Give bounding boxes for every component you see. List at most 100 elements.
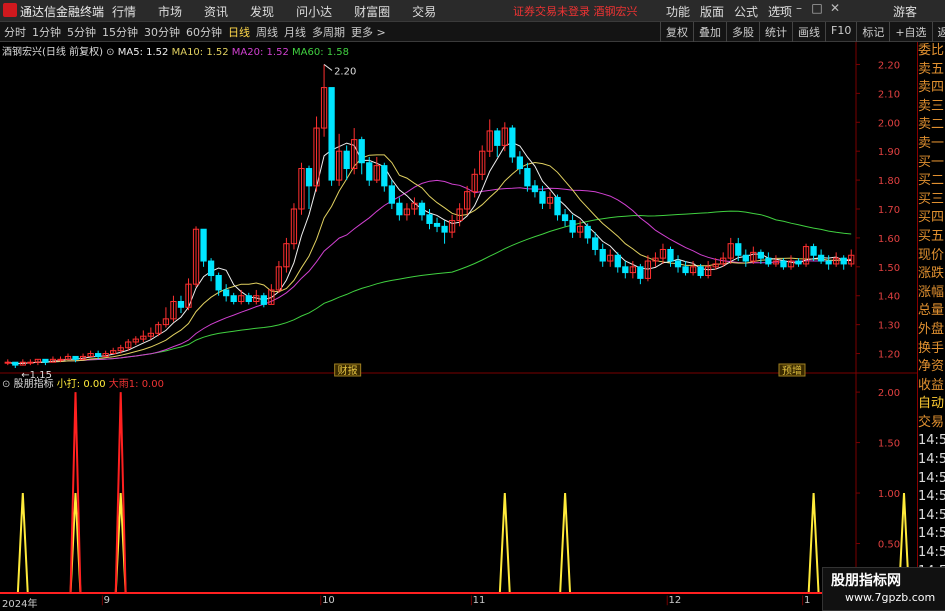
tool-overlay[interactable]: 叠加 — [693, 22, 726, 42]
close-icon[interactable]: ✕ — [826, 1, 844, 15]
candle-body — [682, 266, 689, 274]
menu-item-formula[interactable]: 公式 — [734, 3, 758, 20]
candle-body — [215, 274, 222, 291]
price-tick-label: 1.90 — [878, 147, 900, 158]
side-panel-item: 卖三 — [918, 98, 945, 114]
menu-item-ask[interactable]: 问小达 — [296, 3, 332, 20]
indicator-tick-label: 2.00 — [878, 388, 900, 399]
candle-body — [396, 202, 403, 216]
tab-multi-period[interactable]: 多周期 — [312, 24, 345, 40]
indicator-spike — [807, 492, 820, 595]
candle-body — [305, 168, 313, 187]
side-panel-item: 买三 — [918, 191, 945, 207]
menu-item-wealth[interactable]: 财富圈 — [354, 3, 390, 20]
ma20-value: MA20: 1.52 — [231, 47, 289, 58]
candle-body — [667, 248, 674, 262]
date-tick: | — [100, 595, 105, 606]
ma20-line — [7, 179, 852, 365]
menu-item-function[interactable]: 功能 — [666, 3, 690, 20]
candle-body — [42, 358, 49, 363]
candle-body — [742, 254, 749, 262]
side-panel-item: 委比 — [918, 43, 945, 58]
minimize-icon[interactable]: – — [790, 1, 808, 15]
candle-body — [4, 361, 11, 364]
ma5-value: MA5: 1.52 — [117, 47, 169, 58]
menu-dropdown-icon[interactable]: ▭ — [772, 1, 790, 15]
indicator-legend: ⊙ 股朋指标 小打: 0.00 大雨1: 0.00 — [2, 375, 164, 390]
price-tick-label: 1.40 — [878, 292, 900, 303]
login-alert[interactable]: 证券交易未登录 酒钢宏兴 — [513, 3, 638, 19]
tool-draw[interactable]: 画线 — [792, 22, 825, 42]
candle-body — [418, 202, 426, 216]
tool-add-watchlist[interactable]: +自选 — [889, 22, 931, 42]
tool-mark[interactable]: 标记 — [856, 22, 889, 42]
app-logo-icon — [3, 3, 17, 17]
tab-1min[interactable]: 1分钟 — [32, 24, 61, 40]
tab-daily[interactable]: 日线 — [228, 24, 250, 40]
side-panel-item: 14:56 — [918, 526, 945, 542]
side-panel-item: 收益 — [918, 377, 945, 393]
menu-item-quotes[interactable]: 行情 — [112, 3, 136, 20]
side-panel-item[interactable]: 自动 — [918, 395, 945, 414]
tab-monthly[interactable]: 月线 — [284, 24, 306, 40]
watermark-url: www.7gpzb.com — [845, 591, 936, 604]
tab-intraday[interactable]: 分时 — [4, 24, 26, 40]
side-panel-item: 14:56 — [918, 489, 945, 505]
indicator-tick-label: 1.50 — [878, 439, 900, 450]
side-panel-item: 总量 — [918, 303, 945, 319]
tab-5min[interactable]: 5分钟 — [67, 24, 96, 40]
menu-item-layout[interactable]: 版面 — [700, 3, 724, 20]
candle-body — [381, 165, 388, 187]
date-tick: | — [665, 595, 669, 606]
price-tick-label: 1.70 — [878, 205, 900, 216]
candle-body — [509, 127, 516, 158]
ma10-value: MA10: 1.52 — [171, 47, 229, 58]
high-pointer — [323, 64, 333, 71]
candle-body — [795, 260, 802, 265]
guest-label[interactable]: 游客 — [893, 3, 917, 20]
chart-area[interactable]: 1.20 1.30 1.40 1.50 1.60 1.70 1.80 1.90 2.00 2.10… — [0, 42, 917, 595]
indicator-dropdown-icon[interactable]: ⊙ — [2, 379, 10, 390]
tool-back[interactable]: 返回 — [931, 22, 945, 42]
maximize-icon[interactable]: □ — [808, 1, 826, 15]
candle-body — [95, 353, 102, 357]
candle-body — [561, 214, 569, 222]
side-panel-item[interactable]: 交易 — [918, 414, 945, 433]
indicator-tick-label: 0.50 — [878, 540, 900, 551]
menu-item-market[interactable]: 市场 — [158, 3, 182, 20]
side-panel-item: 涨跌 — [918, 266, 945, 282]
tab-30min[interactable]: 30分钟 — [144, 24, 180, 40]
menu-item-news[interactable]: 资讯 — [204, 3, 228, 20]
ma5-line — [7, 141, 852, 365]
title-bar: 通达信金融终端 行情 市场 资讯 发现 问小达 财富圈 交易 证券交易未登录 酒… — [0, 0, 945, 22]
candle-body — [554, 196, 561, 216]
ma10-line — [7, 154, 852, 365]
chart-tools: 复权 叠加 多股 统计 画线 F10 标记 +自选 返回 — [660, 22, 945, 42]
tool-stats[interactable]: 统计 — [759, 22, 792, 42]
side-panel-item: 卖一 — [918, 135, 945, 151]
tool-multi-stock[interactable]: 多股 — [726, 22, 759, 42]
price-tick-label: 1.50 — [878, 263, 900, 274]
tab-more[interactable]: 更多 > — [351, 24, 386, 40]
candle-body — [599, 248, 606, 262]
indicator-name[interactable]: 股朋指标 — [14, 379, 54, 390]
date-tick-label: 12 — [668, 595, 682, 606]
tool-adjust[interactable]: 复权 — [660, 22, 693, 42]
tab-15min[interactable]: 15分钟 — [102, 24, 138, 40]
period-toolbar: 分时 1分钟 5分钟 15分钟 30分钟 60分钟 日线 周线 月线 多周期 更… — [0, 22, 945, 42]
legend-dropdown-icon[interactable]: ⊙ — [106, 47, 114, 58]
tab-weekly[interactable]: 周线 — [256, 24, 278, 40]
candle-body — [765, 257, 772, 265]
candle-body — [433, 222, 441, 227]
tool-f10[interactable]: F10 — [825, 22, 856, 42]
side-panel-item: 涨幅 — [918, 284, 945, 300]
tab-60min[interactable]: 60分钟 — [186, 24, 222, 40]
stock-name[interactable]: 酒钢宏兴(日线 前复权) — [2, 47, 103, 58]
menu-item-discover[interactable]: 发现 — [250, 3, 274, 20]
candle-body — [584, 225, 591, 239]
side-panel-item: 买一 — [918, 154, 945, 170]
menu-item-trade[interactable]: 交易 — [412, 3, 436, 20]
date-tick: | — [319, 595, 323, 606]
side-panel-item: 外盘 — [918, 321, 945, 337]
indicator-spike — [16, 492, 29, 595]
